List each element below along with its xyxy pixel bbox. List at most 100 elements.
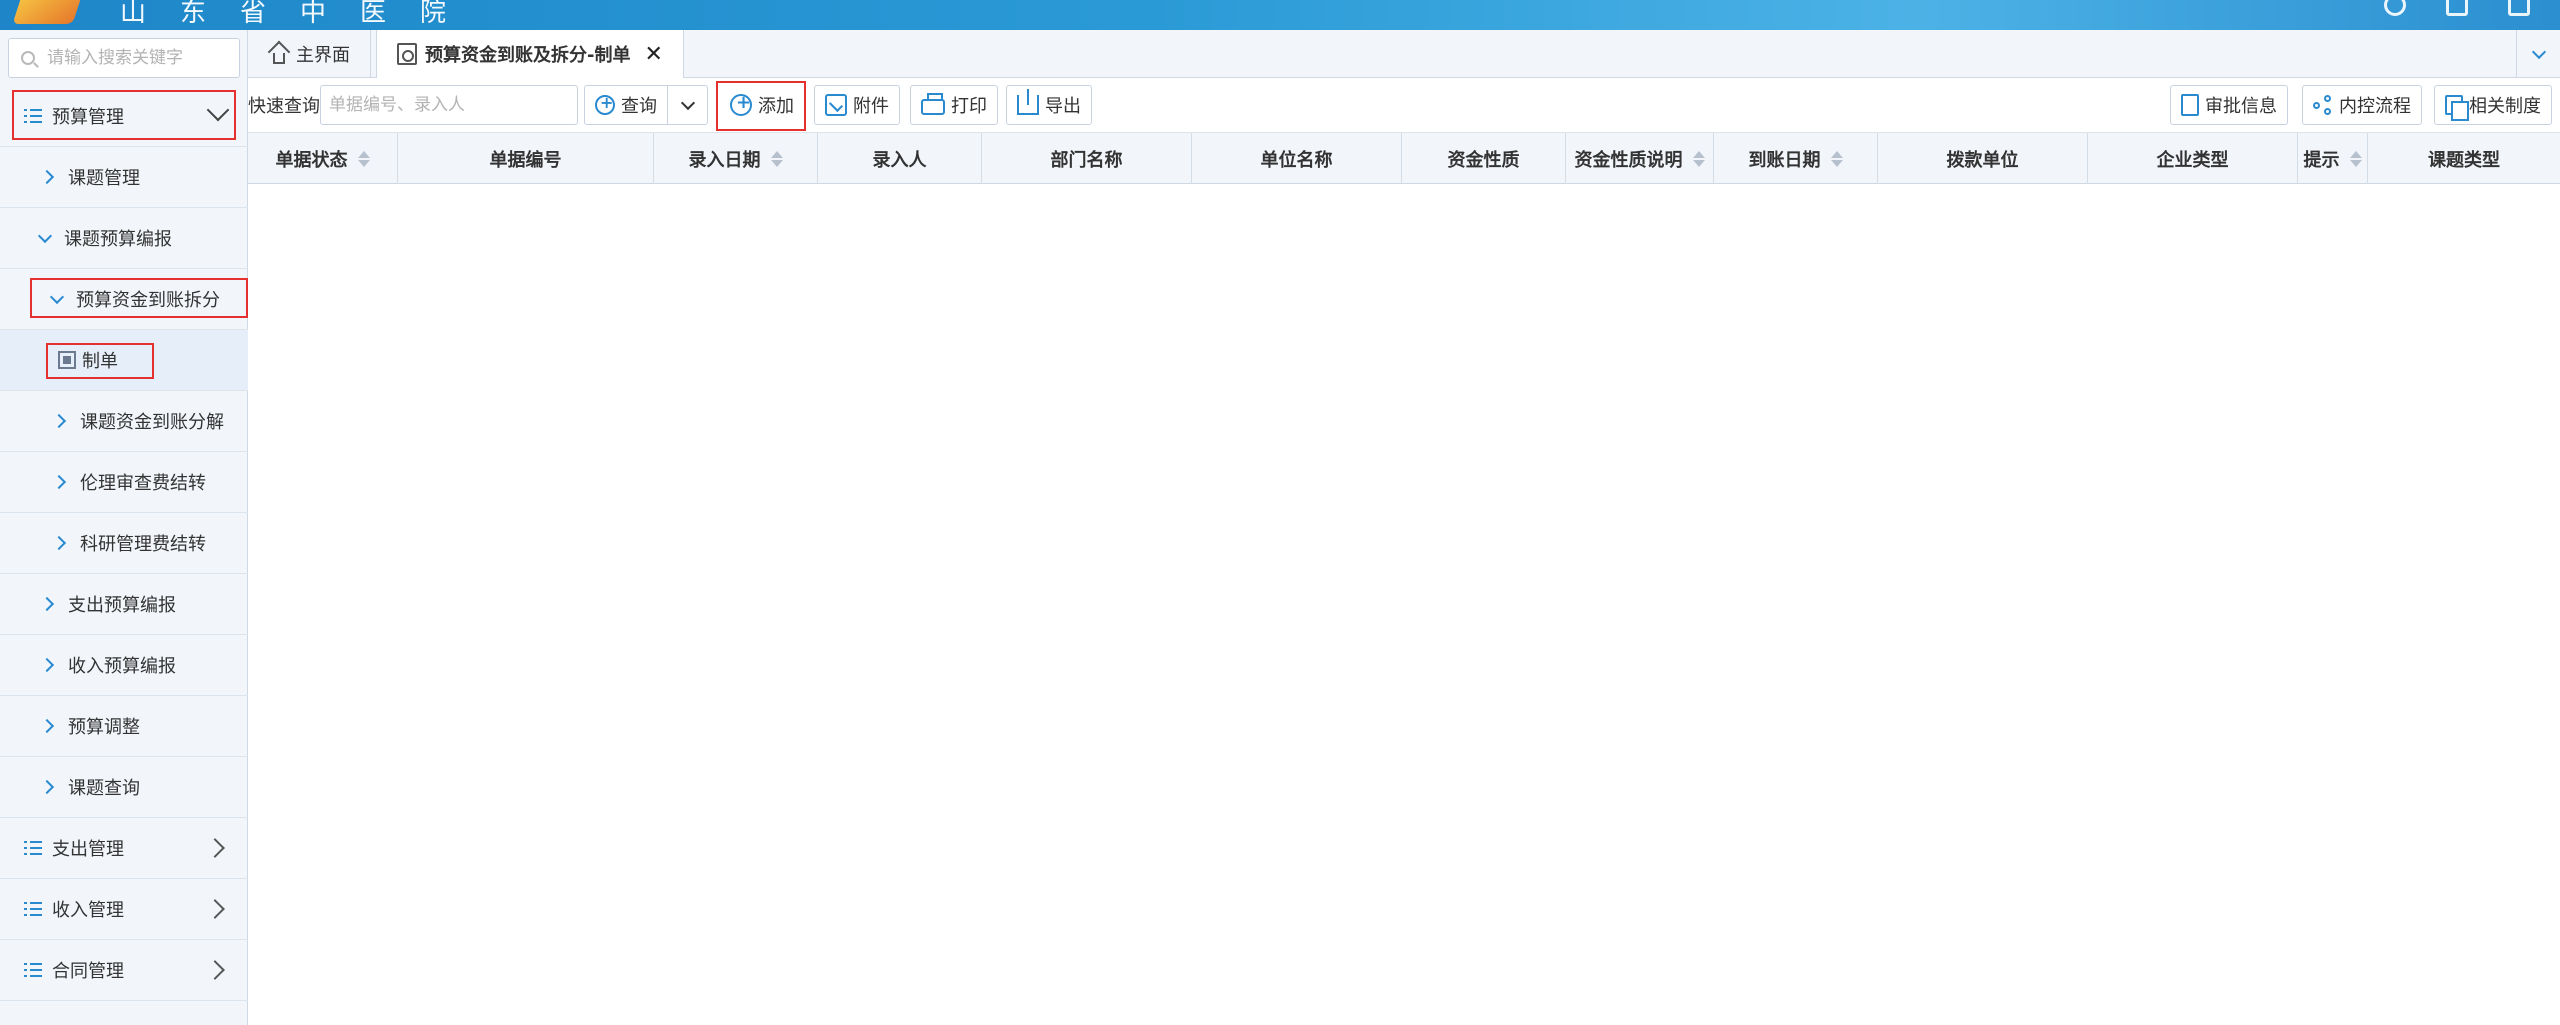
user-icon[interactable]	[2384, 0, 2406, 16]
copy-icon	[2445, 95, 2469, 121]
column-header-enterprise-type[interactable]: 企业类型	[2088, 133, 2298, 184]
sidebar-item-income-management[interactable]: 收入管理	[0, 879, 248, 940]
chevron-right-icon	[39, 779, 55, 795]
sidebar-item-label: 课题资金到账分解	[80, 412, 224, 433]
exit-icon[interactable]	[2508, 0, 2530, 16]
home-icon	[267, 40, 291, 65]
query-dropdown-button[interactable]	[668, 85, 708, 125]
column-header-fund-nature[interactable]: 资金性质	[1402, 133, 1566, 184]
column-label: 单据状态	[275, 149, 348, 171]
column-header-topic-type[interactable]: 课题类型	[2368, 133, 2560, 184]
sidebar-item-label: 支出预算编报	[68, 595, 176, 616]
sidebar-item-label: 支出管理	[52, 839, 124, 860]
chevron-right-icon	[39, 596, 55, 612]
print-icon	[921, 93, 945, 115]
approval-info-button[interactable]: 审批信息	[2170, 85, 2288, 125]
list-icon	[24, 963, 42, 977]
banner-title: 山东省中医院	[120, 0, 481, 28]
sidebar-item-label: 收入管理	[52, 900, 124, 921]
zoom-in-icon	[595, 93, 615, 115]
related-rules-button[interactable]: 相关制度	[2434, 85, 2552, 125]
app-banner: 山东省中医院	[0, 0, 2560, 30]
attachment-icon	[825, 94, 847, 116]
chevron-right-icon	[39, 169, 55, 185]
column-header-department[interactable]: 部门名称	[982, 133, 1192, 184]
sidebar: 预算管理 课题管理 课题预算编报 预算资金到账拆分 制单 课题资金到账分解 伦理…	[0, 30, 248, 1025]
close-icon[interactable]: ✕	[644, 42, 662, 67]
column-label: 拨款单位	[1946, 149, 2019, 171]
column-header-status[interactable]: 单据状态	[248, 133, 398, 184]
chevron-right-icon	[205, 960, 225, 980]
share-icon	[2313, 95, 2333, 115]
chevron-right-icon	[51, 413, 67, 429]
column-label: 部门名称	[1050, 149, 1123, 171]
chevron-down-icon	[680, 95, 695, 110]
column-header-arrival-date[interactable]: 到账日期	[1714, 133, 1878, 184]
attach-label: 附件	[853, 96, 889, 117]
column-label: 录入日期	[688, 149, 761, 171]
sidebar-item-expense-budget[interactable]: 支出预算编报	[0, 574, 248, 635]
sort-icon[interactable]	[1830, 150, 1843, 168]
column-header-fund-nature-desc[interactable]: 资金性质说明	[1566, 133, 1714, 184]
sidebar-search[interactable]	[8, 38, 240, 78]
sidebar-item-topic-fund-decompose[interactable]: 课题资金到账分解	[0, 391, 248, 452]
chevron-down-icon	[37, 228, 53, 243]
sort-icon[interactable]	[1692, 150, 1705, 168]
sidebar-item-income-budget[interactable]: 收入预算编报	[0, 635, 248, 696]
column-header-entry-person[interactable]: 录入人	[818, 133, 982, 184]
export-button[interactable]: 导出	[1006, 85, 1092, 125]
sidebar-item-topic-management[interactable]: 课题管理	[0, 147, 248, 208]
tab-home[interactable]: 主界面	[248, 30, 371, 78]
search-icon	[21, 51, 35, 65]
clipboard-icon	[2181, 94, 2199, 116]
search-page-icon	[397, 43, 417, 65]
hospital-logo	[12, 0, 84, 24]
tab-more-button[interactable]	[2516, 30, 2560, 78]
highlight-box	[46, 343, 154, 379]
message-icon[interactable]	[2446, 0, 2468, 16]
highlight-box	[12, 90, 236, 140]
sort-icon[interactable]	[2349, 150, 2362, 168]
export-label: 导出	[1045, 96, 1081, 117]
sidebar-item-label: 课题管理	[68, 168, 140, 189]
column-header-doc-number[interactable]: 单据编号	[398, 133, 654, 184]
related-rules-label: 相关制度	[2469, 96, 2541, 117]
sidebar-item-label: 课题查询	[68, 778, 140, 799]
sidebar-item-ethics-fee[interactable]: 伦理审查费结转	[0, 452, 248, 513]
column-label: 单位名称	[1260, 149, 1333, 171]
chevron-right-icon	[39, 718, 55, 734]
tab-label: 主界面	[296, 45, 350, 66]
column-label: 单据编号	[489, 149, 562, 171]
grid-body	[248, 184, 2560, 1025]
sidebar-item-contract-management[interactable]: 合同管理	[0, 940, 248, 1001]
chevron-right-icon	[205, 899, 225, 919]
column-header-hint[interactable]: 提示	[2298, 133, 2368, 184]
query-button[interactable]: 查询	[584, 85, 668, 125]
attach-button[interactable]: 附件	[814, 85, 900, 125]
chevron-right-icon	[205, 838, 225, 858]
sidebar-item-budget-adjust[interactable]: 预算调整	[0, 696, 248, 757]
internal-flow-button[interactable]: 内控流程	[2302, 85, 2422, 125]
highlight-box	[30, 278, 248, 318]
sort-icon[interactable]	[357, 150, 370, 168]
column-label: 录入人	[872, 149, 927, 171]
query-label: 查询	[621, 96, 657, 117]
print-button[interactable]: 打印	[910, 85, 998, 125]
sort-icon[interactable]	[770, 150, 783, 168]
sidebar-item-expense-management[interactable]: 支出管理	[0, 818, 248, 879]
tab-budget-fund-split[interactable]: 预算资金到账及拆分-制单 ✕	[376, 30, 684, 78]
internal-flow-label: 内控流程	[2339, 96, 2411, 117]
quick-query-input[interactable]	[320, 85, 578, 125]
column-header-entry-date[interactable]: 录入日期	[654, 133, 818, 184]
tab-label: 预算资金到账及拆分-制单	[425, 45, 631, 66]
column-label: 课题类型	[2428, 149, 2500, 171]
column-header-funding-unit[interactable]: 拨款单位	[1878, 133, 2088, 184]
grid-header: 单据状态 单据编号 录入日期 录入人 部门名称 单位名称 资金性质 资金性质说明…	[248, 133, 2560, 184]
sidebar-item-topic-query[interactable]: 课题查询	[0, 757, 248, 818]
sidebar-search-input[interactable]	[47, 48, 227, 68]
sidebar-item-research-fee[interactable]: 科研管理费结转	[0, 513, 248, 574]
column-label: 提示	[2303, 149, 2340, 171]
sidebar-item-topic-budget[interactable]: 课题预算编报	[0, 208, 248, 269]
column-header-unit[interactable]: 单位名称	[1192, 133, 1402, 184]
quick-query-label: 快速查询	[248, 96, 320, 117]
